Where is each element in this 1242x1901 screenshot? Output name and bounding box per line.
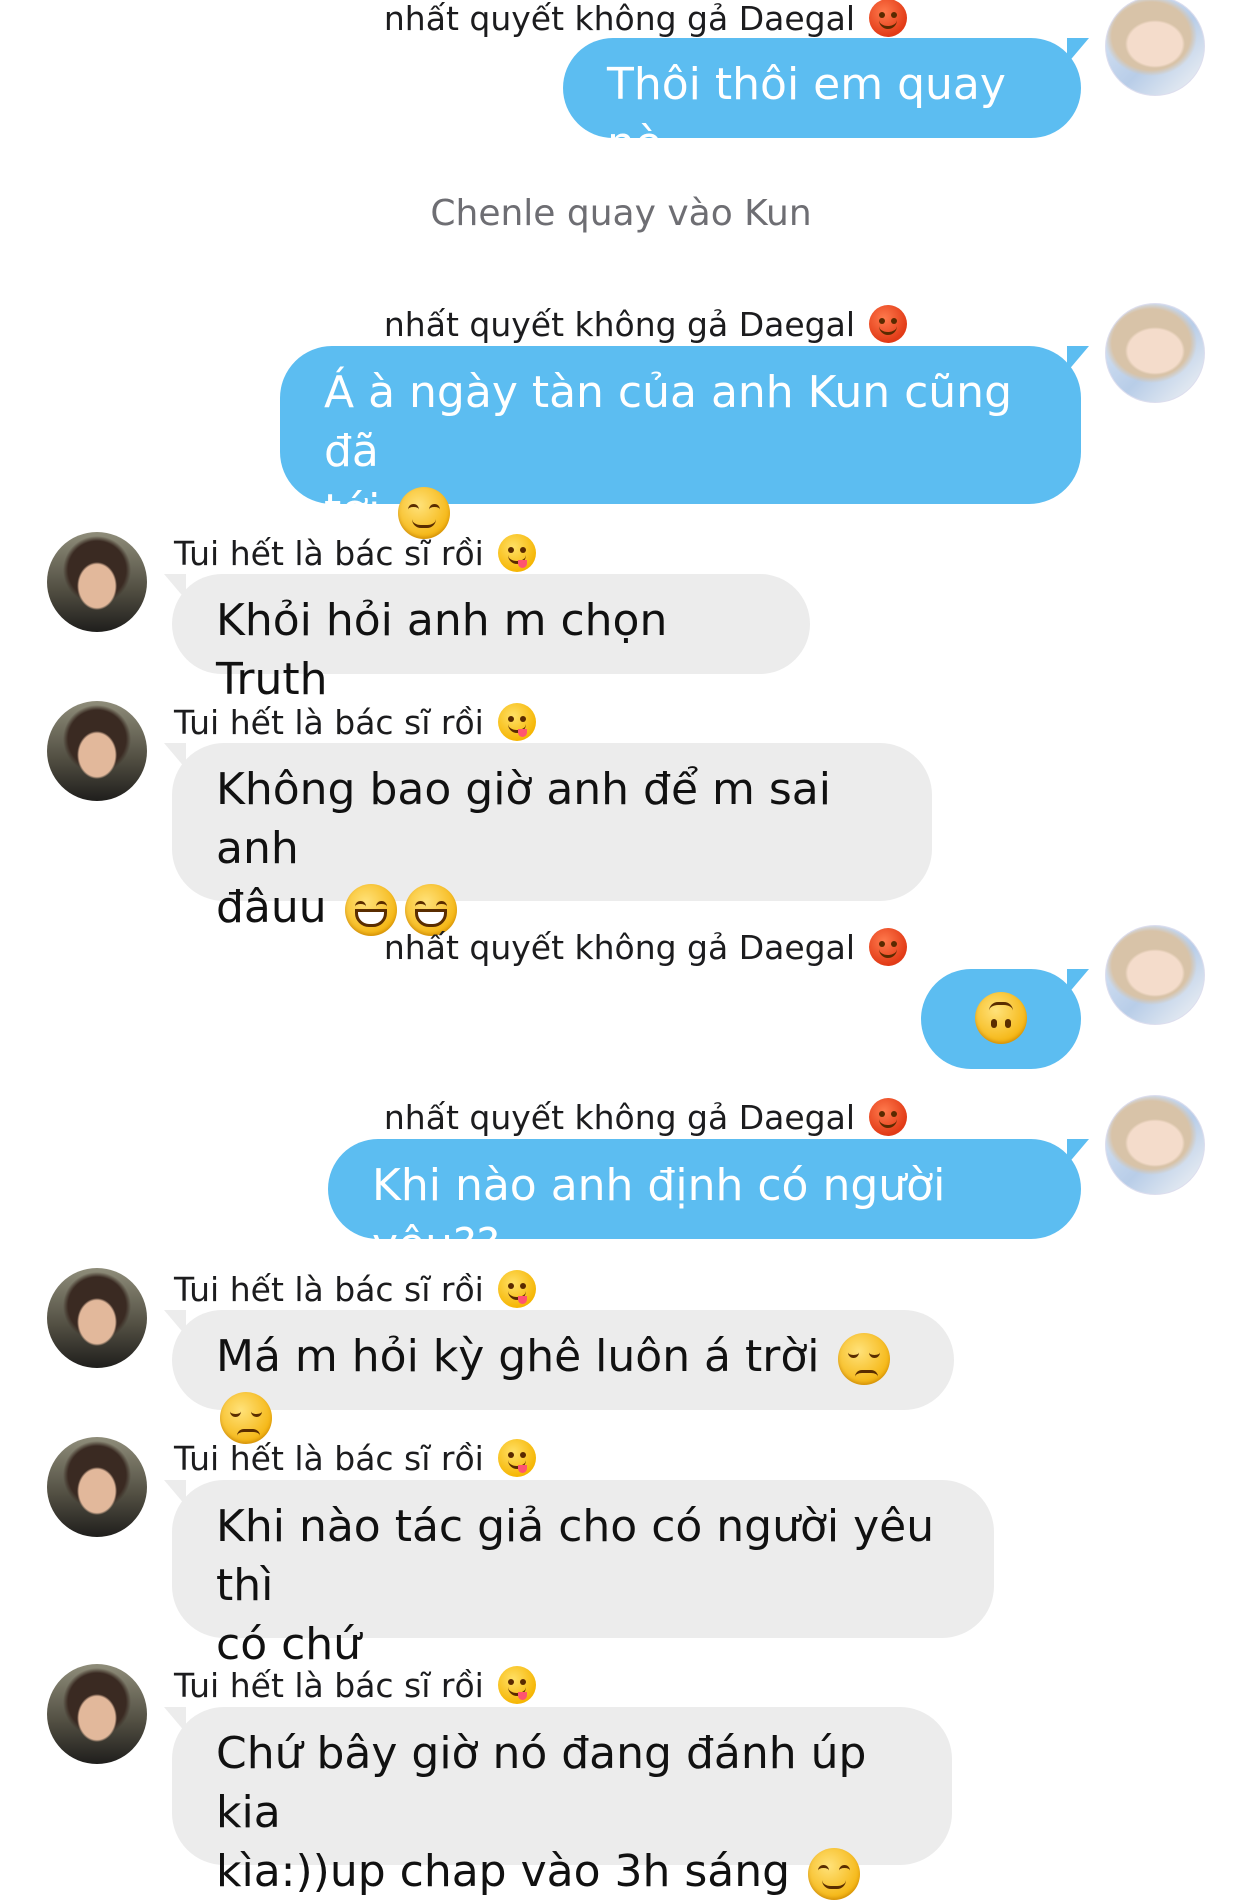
sender-name: nhất quyết không gả Daegal (384, 0, 907, 38)
avatar[interactable] (1105, 0, 1205, 96)
avatar[interactable] (1105, 925, 1205, 1025)
sender-name: nhất quyết không gả Daegal (384, 927, 907, 967)
message-bubble-received[interactable]: Chứ bây giờ nó đang đánh úp kia kìa:))up… (172, 1707, 952, 1900)
avatar[interactable] (47, 1664, 147, 1764)
avatar[interactable] (1105, 1095, 1205, 1195)
message-bubble-received[interactable]: Khỏi hỏi anh m chọn Truth (172, 574, 810, 705)
face-savoring-food-icon (497, 1666, 536, 1704)
relieved-face-icon (398, 487, 451, 539)
relieved-face-icon (808, 1848, 861, 1900)
avatar[interactable] (47, 701, 147, 801)
avatar[interactable] (1105, 303, 1205, 403)
angry-face-icon (869, 1098, 907, 1136)
unamused-face-icon (220, 1392, 272, 1444)
angry-face-icon (869, 928, 907, 966)
sender-name: Tui hết là bác sĩ rồi (174, 1665, 536, 1705)
message-bubble-sent[interactable] (921, 969, 1081, 1069)
sender-name: nhất quyết không gả Daegal (384, 1097, 907, 1137)
sender-name: Tui hết là bác sĩ rồi (174, 1438, 536, 1478)
message-bubble-received[interactable]: Không bao giờ anh để m sai anh đâuu (172, 743, 932, 936)
unamused-face-icon (837, 1333, 890, 1385)
face-savoring-food-icon (497, 534, 536, 572)
avatar[interactable] (47, 532, 147, 632)
face-savoring-food-icon (497, 1439, 536, 1477)
sender-name: Tui hết là bác sĩ rồi (174, 1269, 536, 1309)
upside-down-face-icon (975, 992, 1027, 1044)
face-savoring-food-icon (497, 1270, 536, 1308)
face-savoring-food-icon (497, 703, 536, 741)
avatar[interactable] (47, 1268, 147, 1368)
message-bubble-sent[interactable]: Á à ngày tàn của anh Kun cũng đã tới (280, 346, 1081, 539)
message-bubble-sent[interactable]: Khi nào anh định có người yêu?? (328, 1139, 1081, 1270)
avatar[interactable] (47, 1437, 147, 1537)
message-bubble-received[interactable]: Khi nào tác giả cho có người yêu thì có … (172, 1480, 994, 1670)
sender-name: Tui hết là bác sĩ rồi (174, 702, 536, 742)
angry-face-icon (869, 305, 907, 343)
system-message: Chenle quay vào Kun (430, 193, 812, 234)
angry-face-icon (869, 0, 907, 37)
message-bubble-sent[interactable]: Thôi thôi em quay nè (563, 38, 1081, 169)
sender-name: Tui hết là bác sĩ rồi (174, 533, 536, 573)
message-bubble-received[interactable]: Má m hỏi kỳ ghê luôn á trời (172, 1310, 954, 1444)
sender-name: nhất quyết không gả Daegal (384, 304, 907, 344)
